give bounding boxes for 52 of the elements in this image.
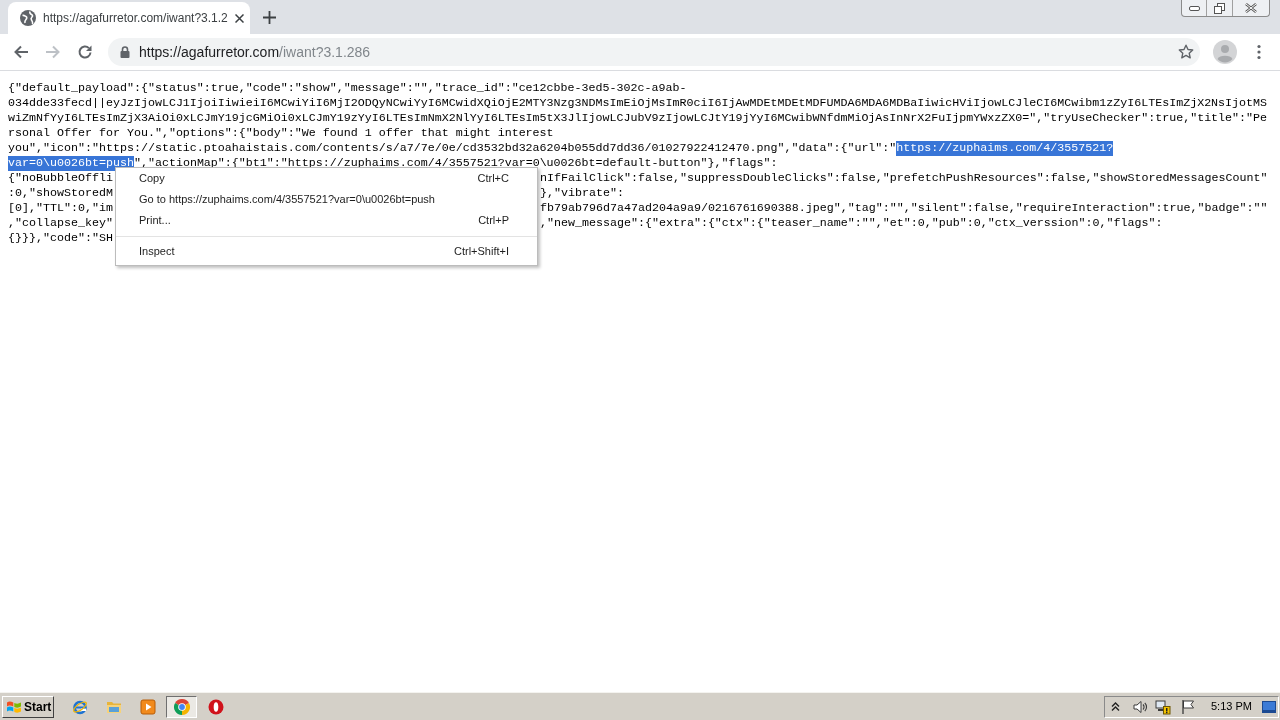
json-text: fb79ab796d7a47ad204a9a9/0216761690388.jpeg","tag":"","silent":false,"requireInteraction":true,"badge":"" xyxy=(540,201,1268,216)
selected-text: https://zuphaims.com/4/3557521? xyxy=(896,141,1114,156)
reload-icon xyxy=(77,44,93,60)
play-icon xyxy=(139,698,156,715)
menu-item[interactable]: Go to https://zuphaims.com/4/3557521?var=0\u0026bt=push xyxy=(116,189,537,210)
selected-text: var=0\u0026bt=push xyxy=(8,156,134,171)
json-text: you","icon":"https://static.ptoahaistais.com/contents/s/a7/7e/0e/cd3532bd32a6204b055dd7dd36/01027922412470.png","data":{"url":" xyxy=(8,141,897,156)
network-icon[interactable] xyxy=(1155,698,1171,715)
ring-icon xyxy=(207,698,224,715)
orbit-e-icon xyxy=(71,698,88,715)
json-text: :0,"showStoredM xyxy=(8,186,113,201)
browser-tab[interactable]: https://agafurretor.com/iwant?3.1.2 xyxy=(8,2,250,34)
segmented-circle-icon xyxy=(173,698,190,715)
flag-icon xyxy=(6,699,22,714)
show-desktop-icon[interactable] xyxy=(1262,700,1276,713)
json-text: },"vibrate": xyxy=(540,186,624,201)
start-button[interactable]: Start xyxy=(2,695,54,718)
menu-icon[interactable] xyxy=(1257,44,1261,60)
keyboard-shortcut: Ctrl+Shift+I xyxy=(453,244,509,259)
json-text: nIfFailClick":false,"suppressDoubleClicks":false,"prefetchPushResources":false,"showStoredMessagesCount" xyxy=(540,171,1268,186)
close-icon xyxy=(1245,3,1257,13)
json-text: ,"collapse_key" xyxy=(8,216,113,231)
flag-icon[interactable] xyxy=(1180,698,1196,715)
lock-icon xyxy=(120,46,130,58)
url-text: https://agafurretor.com/iwant?3.1.286 xyxy=(139,42,371,62)
json-text: 034dde33fecd||eyJzIjowLCJ1IjoiIiwieiI6MCwiYiI6MjI2ODQyNCwiYyI6MCwidXQiOjE2MTY3Nzg3NDMsImEiOjMsImR0ciI6IjAwMDEtMDEtMDFUMDA6MDA6MDBaIiwicHViIjowLCJleCI6MCwibm1zZyI6LTEsImZjX2NsIjotMS xyxy=(8,96,1268,111)
json-text: ","actionMap":{"bt1":"https://zuphaims.com/4/3557521?var=0\u0026bt=default-button"},"flags": xyxy=(133,156,778,171)
star-icon[interactable] xyxy=(1178,44,1194,60)
back-arrow-icon xyxy=(13,44,29,60)
keyboard-shortcut: Ctrl+C xyxy=(477,171,509,186)
menu-item[interactable]: Inspect Ctrl+Shift+I xyxy=(116,241,537,262)
json-text: ,"new_message":{"extra":{"ctx":{"teaser_name":"","et":0,"pub":0,"ctx_verssion":0,"flags": xyxy=(540,216,1163,231)
chevron-up-icon[interactable] xyxy=(1111,702,1120,711)
json-text: {"default_payload":{"status":true,"code":"show","message":"","trace_id":"ce12cbbe-3ed5-302c-a9ab- xyxy=(8,81,687,96)
json-text: wiZmNfYyI6LTEsImZjX3AiOi0xLCJmY19jcGMiOi0xLCJmY19zYyI6LTEsImNmX2NlYyI6LTEsIm5tX3JlIjowLCJubV9zIjowLCJtY19jYyI6MCwibWNfdmMiOjAsInNrX2FuIjpmYWxzZX0=","tryUseChecker":true,"title":"Pe xyxy=(8,111,1268,126)
address-bar[interactable]: https://agafurretor.com/iwant?3.1.286 xyxy=(108,38,1200,66)
json-text: {"noBubbleOffli xyxy=(8,171,113,186)
clock-text[interactable]: 5:13 PM xyxy=(1211,698,1252,715)
globe-icon xyxy=(20,10,36,26)
forward-arrow-icon xyxy=(45,44,61,60)
restore-icon xyxy=(1214,2,1225,14)
plus-icon xyxy=(262,10,276,24)
close-icon xyxy=(234,13,244,23)
taskbar-button[interactable] xyxy=(166,695,197,718)
minimize-icon xyxy=(1188,5,1200,11)
speaker-icon[interactable] xyxy=(1132,698,1148,715)
json-text: {}}},"code":"SH xyxy=(8,231,113,246)
keyboard-shortcut: Ctrl+P xyxy=(478,213,509,228)
menu-item[interactable]: Copy Ctrl+C xyxy=(116,168,537,189)
menu-item[interactable]: Print... Ctrl+P xyxy=(116,210,537,231)
json-text: [0],"TTL":0,"im xyxy=(8,201,113,216)
json-text: rsonal Offer for You.","options":{"body":"We found 1 offer that might interest xyxy=(8,126,554,141)
